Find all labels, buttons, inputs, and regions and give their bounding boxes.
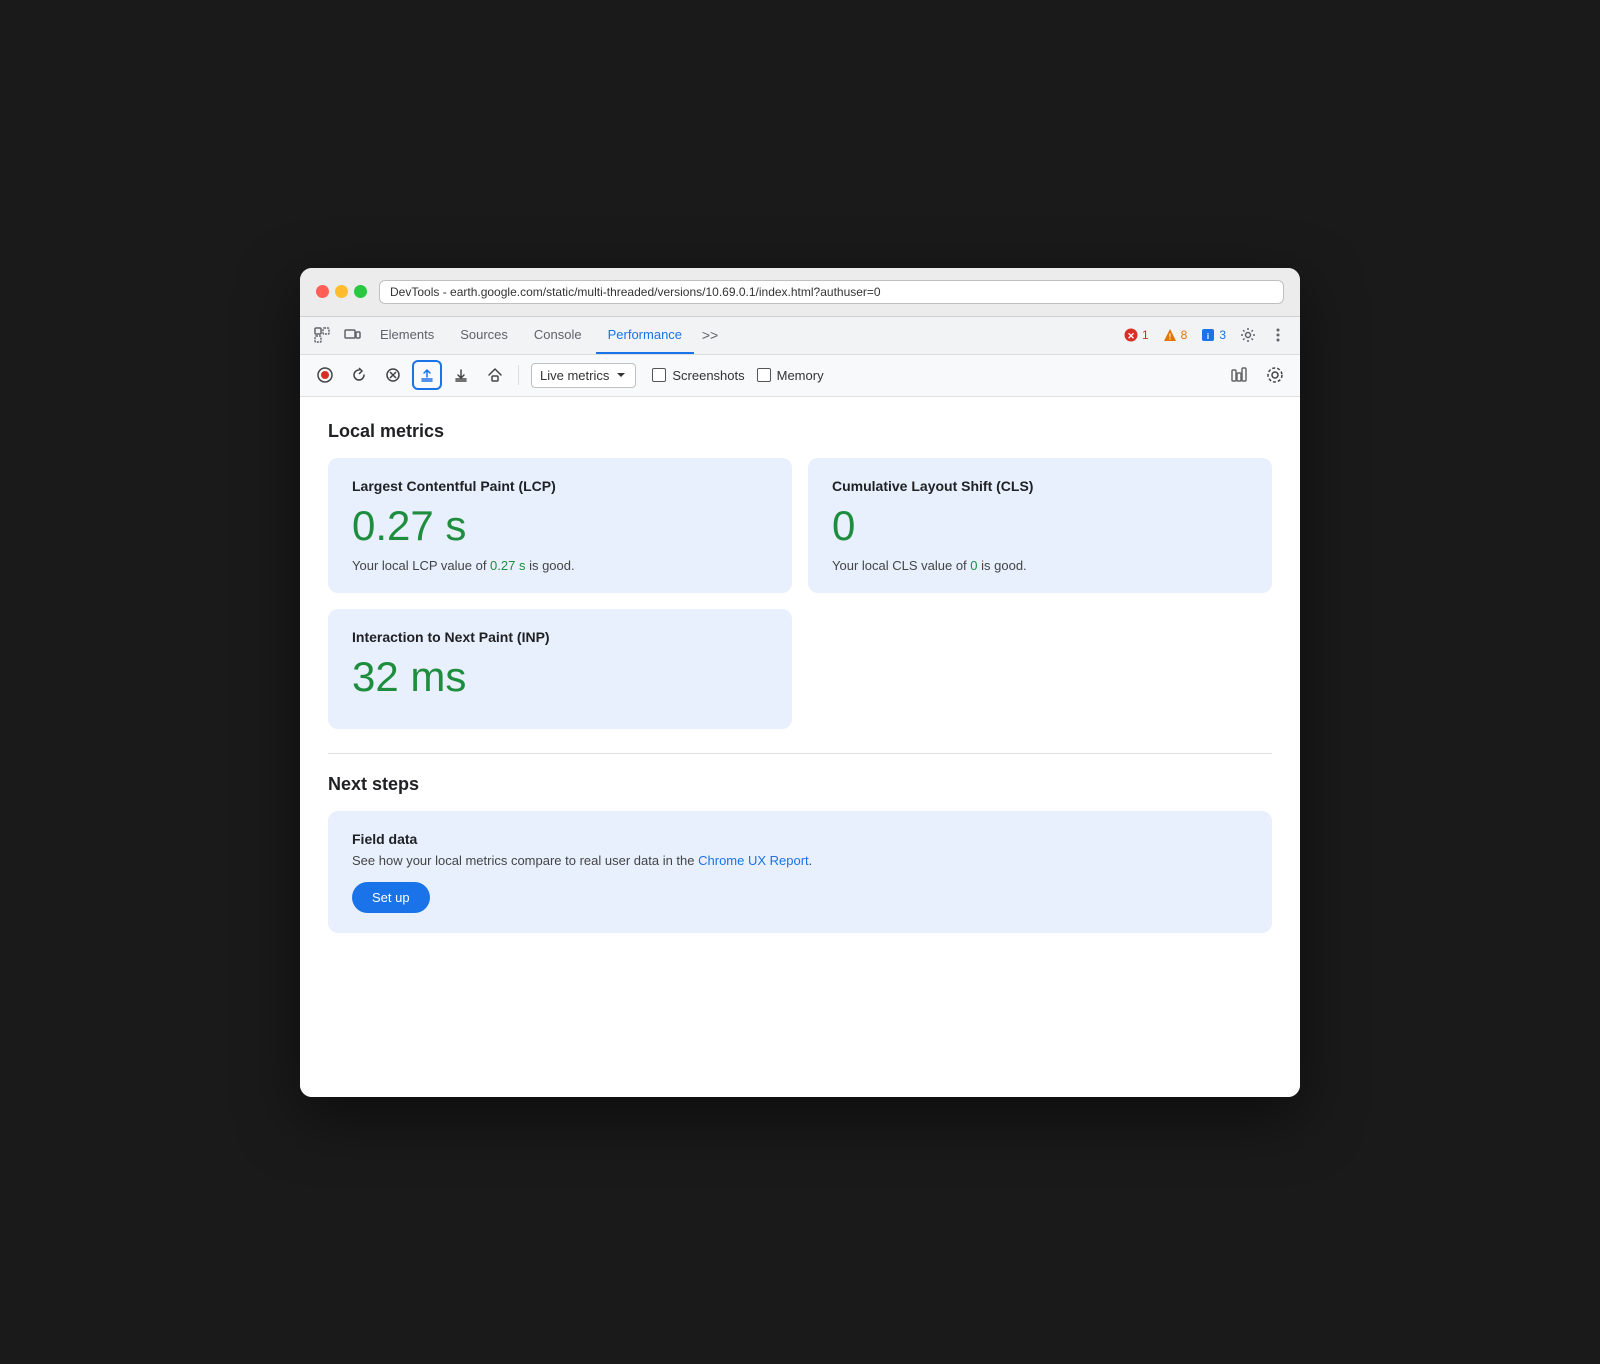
screenshots-label: Screenshots	[672, 368, 744, 383]
cls-title: Cumulative Layout Shift (CLS)	[832, 478, 1248, 494]
field-data-desc: See how your local metrics compare to re…	[352, 853, 1248, 868]
devtools-content: Local metrics Largest Contentful Paint (…	[300, 397, 1300, 1097]
inspect-element-icon[interactable]	[308, 321, 336, 349]
next-steps-section: Next steps Field data See how your local…	[328, 753, 1272, 933]
memory-checkbox-label[interactable]: Memory	[757, 368, 824, 383]
lcp-card: Largest Contentful Paint (LCP) 0.27 s Yo…	[328, 458, 792, 593]
performance-toolbar: Live metrics Screenshots Memory	[300, 355, 1300, 397]
toolbar-right	[1224, 360, 1290, 390]
browser-window: DevTools - earth.google.com/static/multi…	[300, 268, 1300, 1097]
perf-settings-icon[interactable]	[1260, 360, 1290, 390]
inp-title: Interaction to Next Paint (INP)	[352, 629, 768, 645]
more-tabs-icon[interactable]: >>	[696, 321, 724, 349]
lcp-title: Largest Contentful Paint (LCP)	[352, 478, 768, 494]
inp-value: 32 ms	[352, 653, 768, 701]
next-steps-title: Next steps	[328, 774, 1272, 795]
lcp-desc: Your local LCP value of 0.27 s is good.	[352, 558, 768, 573]
error-badge: ✕ 1	[1118, 326, 1155, 344]
inp-card: Interaction to Next Paint (INP) 32 ms	[328, 609, 792, 729]
local-metrics-title: Local metrics	[328, 421, 1272, 442]
live-metrics-dropdown[interactable]: Live metrics	[531, 363, 636, 388]
settings-icon[interactable]	[1234, 321, 1262, 349]
lcp-value: 0.27 s	[352, 502, 768, 550]
memory-checkbox[interactable]	[757, 368, 771, 382]
home-button[interactable]	[480, 360, 510, 390]
tab-sources[interactable]: Sources	[448, 316, 520, 354]
url-bar[interactable]: DevTools - earth.google.com/static/multi…	[379, 280, 1284, 304]
live-metrics-label: Live metrics	[540, 368, 609, 383]
chrome-ux-report-link[interactable]: Chrome UX Report	[698, 853, 809, 868]
chevron-down-icon	[615, 369, 627, 381]
svg-text:i: i	[1207, 332, 1209, 341]
device-toolbar-icon[interactable]	[338, 321, 366, 349]
reload-record-button[interactable]	[344, 360, 374, 390]
tab-elements[interactable]: Elements	[368, 316, 446, 354]
download-profile-button[interactable]	[446, 360, 476, 390]
field-data-title: Field data	[352, 831, 1248, 847]
cls-value: 0	[832, 502, 1248, 550]
maximize-button[interactable]	[354, 285, 367, 298]
svg-text:✕: ✕	[1127, 331, 1135, 341]
cls-card: Cumulative Layout Shift (CLS) 0 Your loc…	[808, 458, 1272, 593]
flamechart-icon[interactable]	[1224, 360, 1254, 390]
setup-button[interactable]: Set up	[352, 882, 430, 913]
svg-text:!: !	[1168, 333, 1171, 342]
field-data-card: Field data See how your local metrics co…	[328, 811, 1272, 933]
close-button[interactable]	[316, 285, 329, 298]
record-button[interactable]	[310, 360, 340, 390]
screenshots-checkbox[interactable]	[652, 368, 666, 382]
cls-desc: Your local CLS value of 0 is good.	[832, 558, 1248, 573]
minimize-button[interactable]	[335, 285, 348, 298]
info-badge: i 3	[1195, 326, 1232, 344]
warning-badge: ! 8	[1157, 326, 1194, 344]
more-options-icon[interactable]	[1264, 321, 1292, 349]
clear-button[interactable]	[378, 360, 408, 390]
devtools-tab-bar: Elements Sources Console Performance >> …	[300, 317, 1300, 355]
toolbar-divider	[518, 365, 519, 385]
memory-label: Memory	[777, 368, 824, 383]
tab-performance[interactable]: Performance	[596, 316, 694, 354]
upload-profile-button[interactable]	[412, 360, 442, 390]
screenshots-checkbox-label[interactable]: Screenshots	[652, 368, 744, 383]
tab-console[interactable]: Console	[522, 316, 594, 354]
title-bar: DevTools - earth.google.com/static/multi…	[300, 268, 1300, 317]
traffic-lights	[316, 285, 367, 298]
metrics-grid: Largest Contentful Paint (LCP) 0.27 s Yo…	[328, 458, 1272, 729]
